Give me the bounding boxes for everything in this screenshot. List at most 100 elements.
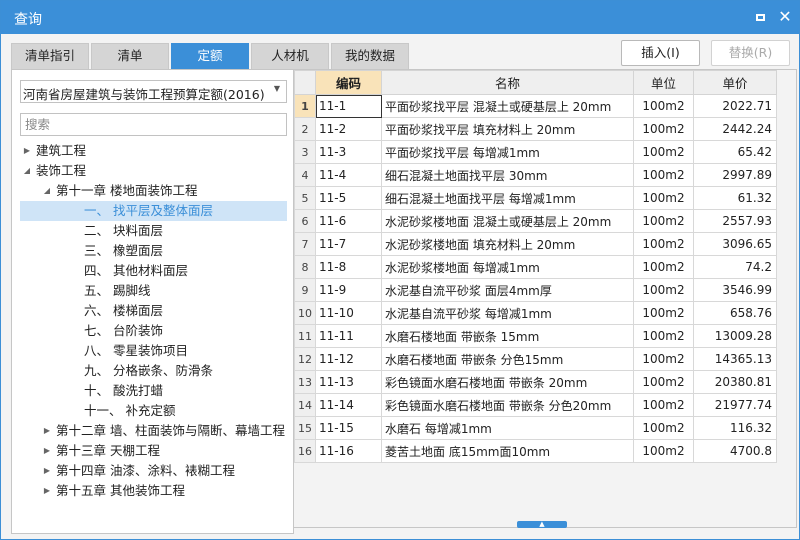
unit-cell[interactable]: 100m2 bbox=[633, 278, 694, 302]
code-cell[interactable]: 11-16 bbox=[315, 439, 382, 463]
table-row[interactable]: 9 11-9 水泥基自流平砂浆 面层4mm厚 100m2 3546.99 bbox=[294, 278, 777, 302]
table-row[interactable]: 7 11-7 水泥砂浆楼地面 填充材料上 20mm 100m2 3096.65 bbox=[294, 232, 777, 256]
unit-cell[interactable]: 100m2 bbox=[633, 209, 694, 233]
price-cell[interactable]: 61.32 bbox=[693, 186, 777, 210]
table-row[interactable]: 1 11-1 平面砂浆找平层 混凝土或硬基层上 20mm 100m2 2022.71 bbox=[294, 94, 777, 118]
collapsed-arrow-icon[interactable]: ▶ bbox=[22, 141, 32, 161]
table-row[interactable]: 13 11-13 彩色镜面水磨石楼地面 带嵌条 20mm 100m2 20380.81 bbox=[294, 370, 777, 394]
price-cell[interactable]: 658.76 bbox=[693, 301, 777, 325]
tree-node[interactable]: 一、 找平层及整体面层 bbox=[20, 201, 287, 221]
name-cell[interactable]: 水泥基自流平砂浆 面层4mm厚 bbox=[381, 278, 634, 302]
expanded-arrow-icon[interactable]: ◢ bbox=[42, 181, 52, 201]
tree-node[interactable]: ◢ 装饰工程 bbox=[20, 161, 287, 181]
table-row[interactable]: 12 11-12 水磨石楼地面 带嵌条 分色15mm 100m2 14365.13 bbox=[294, 347, 777, 371]
unit-cell[interactable]: 100m2 bbox=[633, 94, 694, 118]
close-icon[interactable]: ✕ bbox=[777, 9, 793, 25]
name-cell[interactable]: 平面砂浆找平层 混凝土或硬基层上 20mm bbox=[381, 94, 634, 118]
unit-cell[interactable]: 100m2 bbox=[633, 347, 694, 371]
maximize-icon[interactable] bbox=[752, 9, 768, 25]
tree-node[interactable]: 十一、 补充定额 bbox=[20, 401, 287, 421]
library-select[interactable]: 河南省房屋建筑与装饰工程预算定额(2016) ▼ bbox=[20, 80, 287, 103]
name-cell[interactable]: 水泥砂浆楼地面 混凝土或硬基层上 20mm bbox=[381, 209, 634, 233]
collapsed-arrow-icon[interactable]: ▶ bbox=[42, 441, 52, 461]
unit-cell[interactable]: 100m2 bbox=[633, 255, 694, 279]
tree-node[interactable]: ▶ 第十四章 油漆、涂料、裱糊工程 bbox=[20, 461, 287, 481]
tree-node[interactable]: ▶ 第十五章 其他装饰工程 bbox=[20, 481, 287, 501]
tree-node[interactable]: 四、 其他材料面层 bbox=[20, 261, 287, 281]
unit-cell[interactable]: 100m2 bbox=[633, 439, 694, 463]
collapsed-arrow-icon[interactable]: ▶ bbox=[42, 481, 52, 501]
unit-cell[interactable]: 100m2 bbox=[633, 301, 694, 325]
collapsed-arrow-icon[interactable]: ▶ bbox=[42, 421, 52, 441]
code-cell[interactable]: 11-3 bbox=[315, 140, 382, 164]
table-row[interactable]: 3 11-3 平面砂浆找平层 每增减1mm 100m2 65.42 bbox=[294, 140, 777, 164]
tree-node[interactable]: 三、 橡塑面层 bbox=[20, 241, 287, 261]
name-cell[interactable]: 彩色镜面水磨石楼地面 带嵌条 20mm bbox=[381, 370, 634, 394]
row-number[interactable]: 3 bbox=[294, 140, 316, 164]
row-number[interactable]: 13 bbox=[294, 370, 316, 394]
tree-node[interactable]: 八、 零星装饰项目 bbox=[20, 341, 287, 361]
name-cell[interactable]: 细石混凝土地面找平层 每增减1mm bbox=[381, 186, 634, 210]
name-cell[interactable]: 水磨石楼地面 带嵌条 15mm bbox=[381, 324, 634, 348]
row-number[interactable]: 11 bbox=[294, 324, 316, 348]
name-cell[interactable]: 水泥砂浆楼地面 每增减1mm bbox=[381, 255, 634, 279]
price-cell[interactable]: 2997.89 bbox=[693, 163, 777, 187]
row-number[interactable]: 2 bbox=[294, 117, 316, 141]
code-cell[interactable]: 11-2 bbox=[315, 117, 382, 141]
name-cell[interactable]: 水磨石 每增减1mm bbox=[381, 416, 634, 440]
table-row[interactable]: 16 11-16 菱苦土地面 底15mm面10mm 100m2 4700.8 bbox=[294, 439, 777, 463]
code-cell[interactable]: 11-1 bbox=[315, 94, 382, 118]
tree-node[interactable]: ▶ 第十三章 天棚工程 bbox=[20, 441, 287, 461]
row-number[interactable]: 4 bbox=[294, 163, 316, 187]
unit-cell[interactable]: 100m2 bbox=[633, 370, 694, 394]
tree-node[interactable]: 七、 台阶装饰 bbox=[20, 321, 287, 341]
tree-node[interactable]: 六、 楼梯面层 bbox=[20, 301, 287, 321]
code-cell[interactable]: 11-11 bbox=[315, 324, 382, 348]
row-number[interactable]: 8 bbox=[294, 255, 316, 279]
price-cell[interactable]: 20380.81 bbox=[693, 370, 777, 394]
table-row[interactable]: 10 11-10 水泥基自流平砂浆 每增减1mm 100m2 658.76 bbox=[294, 301, 777, 325]
price-cell[interactable]: 116.32 bbox=[693, 416, 777, 440]
table-row[interactable]: 2 11-2 平面砂浆找平层 填充材料上 20mm 100m2 2442.24 bbox=[294, 117, 777, 141]
code-cell[interactable]: 11-10 bbox=[315, 301, 382, 325]
search-input[interactable] bbox=[20, 113, 287, 136]
price-cell[interactable]: 2022.71 bbox=[693, 94, 777, 118]
tree-node[interactable]: 十、 酸洗打蜡 bbox=[20, 381, 287, 401]
name-cell[interactable]: 彩色镜面水磨石楼地面 带嵌条 分色20mm bbox=[381, 393, 634, 417]
unit-cell[interactable]: 100m2 bbox=[633, 416, 694, 440]
price-cell[interactable]: 3546.99 bbox=[693, 278, 777, 302]
price-cell[interactable]: 74.2 bbox=[693, 255, 777, 279]
row-number[interactable]: 9 bbox=[294, 278, 316, 302]
row-number[interactable]: 15 bbox=[294, 416, 316, 440]
column-header-unit[interactable]: 单位 bbox=[633, 70, 694, 95]
price-cell[interactable]: 21977.74 bbox=[693, 393, 777, 417]
chevron-up-icon[interactable]: ▲ bbox=[517, 521, 567, 528]
table-row[interactable]: 14 11-14 彩色镜面水磨石楼地面 带嵌条 分色20mm 100m2 21977.7… bbox=[294, 393, 777, 417]
price-cell[interactable]: 65.42 bbox=[693, 140, 777, 164]
row-number[interactable]: 14 bbox=[294, 393, 316, 417]
replace-button[interactable]: 替换(R) bbox=[711, 40, 790, 66]
tab-labor-material[interactable]: 人材机 bbox=[251, 43, 329, 69]
expanded-arrow-icon[interactable]: ◢ bbox=[22, 161, 32, 181]
unit-cell[interactable]: 100m2 bbox=[633, 140, 694, 164]
name-cell[interactable]: 细石混凝土地面找平层 30mm bbox=[381, 163, 634, 187]
unit-cell[interactable]: 100m2 bbox=[633, 393, 694, 417]
table-row[interactable]: 6 11-6 水泥砂浆楼地面 混凝土或硬基层上 20mm 100m2 2557.93 bbox=[294, 209, 777, 233]
price-cell[interactable]: 2557.93 bbox=[693, 209, 777, 233]
price-cell[interactable]: 14365.13 bbox=[693, 347, 777, 371]
price-cell[interactable]: 4700.8 bbox=[693, 439, 777, 463]
tab-quota[interactable]: 定额 bbox=[171, 43, 249, 69]
unit-cell[interactable]: 100m2 bbox=[633, 186, 694, 210]
name-cell[interactable]: 菱苦土地面 底15mm面10mm bbox=[381, 439, 634, 463]
tree-node[interactable]: ◢ 第十一章 楼地面装饰工程 bbox=[20, 181, 287, 201]
insert-button[interactable]: 插入(I) bbox=[621, 40, 700, 66]
tree-node[interactable]: 五、 踢脚线 bbox=[20, 281, 287, 301]
column-header-name[interactable]: 名称 bbox=[381, 70, 634, 95]
unit-cell[interactable]: 100m2 bbox=[633, 232, 694, 256]
name-cell[interactable]: 平面砂浆找平层 每增减1mm bbox=[381, 140, 634, 164]
table-row[interactable]: 8 11-8 水泥砂浆楼地面 每增减1mm 100m2 74.2 bbox=[294, 255, 777, 279]
table-row[interactable]: 11 11-11 水磨石楼地面 带嵌条 15mm 100m2 13009.28 bbox=[294, 324, 777, 348]
unit-cell[interactable]: 100m2 bbox=[633, 163, 694, 187]
code-cell[interactable]: 11-13 bbox=[315, 370, 382, 394]
row-number[interactable]: 7 bbox=[294, 232, 316, 256]
